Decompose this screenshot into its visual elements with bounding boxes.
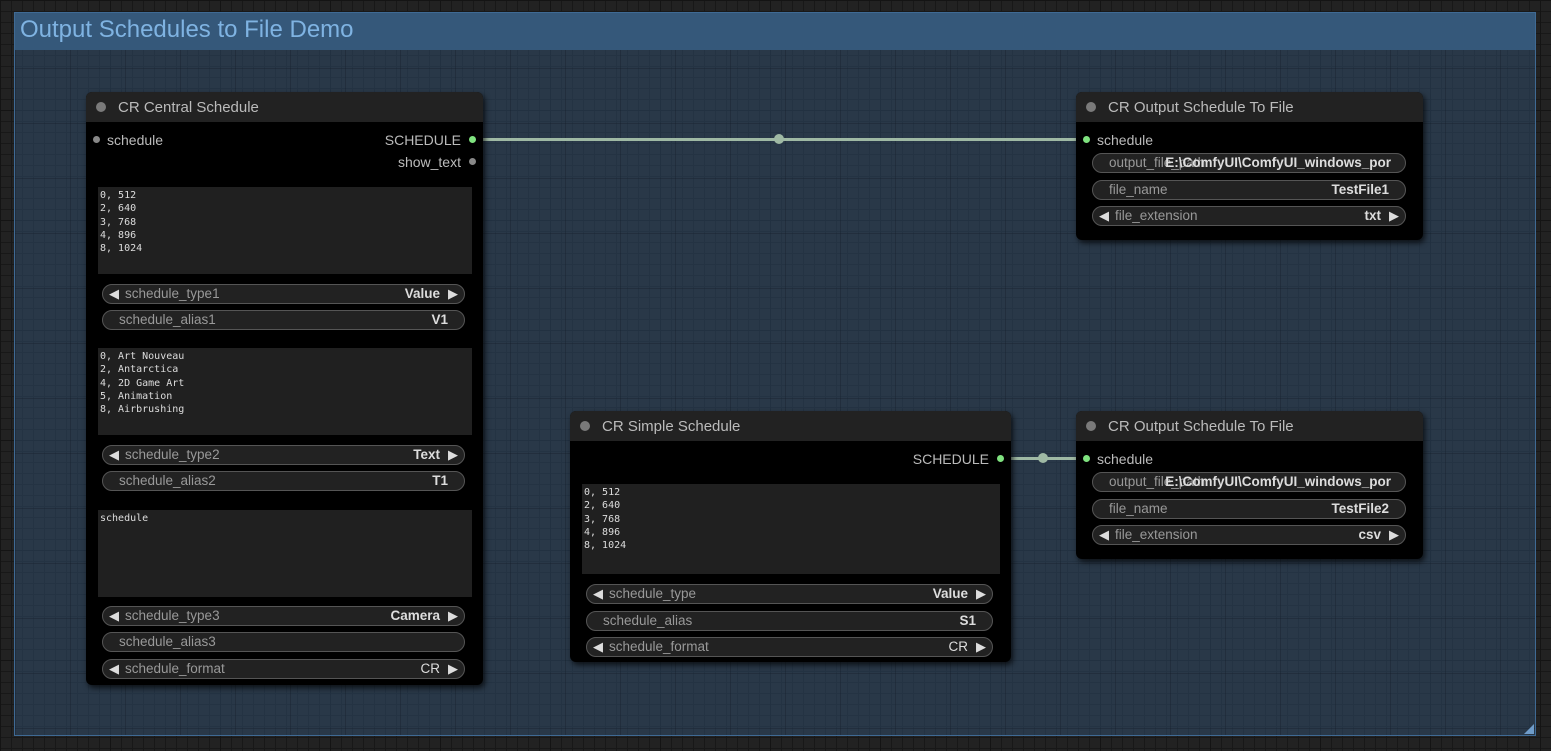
schedule-alias-field[interactable]: schedule_alias S1 xyxy=(586,611,993,631)
node-title-bar[interactable]: CR Simple Schedule xyxy=(570,411,1011,441)
widget-value: T1 xyxy=(432,473,448,488)
output-file-path-field[interactable]: output_file_path E:\ComfyUI\ComfyUI_wind… xyxy=(1092,472,1406,492)
widget-value: Camera xyxy=(390,608,440,623)
widget-value: CR xyxy=(420,661,441,676)
schedule-alias3-field[interactable]: schedule_alias3 xyxy=(102,632,465,652)
arrow-right-icon[interactable]: ▶ xyxy=(976,639,986,655)
collapse-dot-icon[interactable] xyxy=(1086,421,1096,431)
arrow-right-icon[interactable]: ▶ xyxy=(448,608,458,624)
widget-value: E:\ComfyUI\ComfyUI_windows_por xyxy=(1165,155,1391,170)
node-title-bar[interactable]: CR Central Schedule xyxy=(86,92,483,122)
widget-label: schedule_alias2 xyxy=(119,473,216,488)
file-name-field[interactable]: file_name TestFile1 xyxy=(1092,180,1406,200)
input-schedule-label: schedule xyxy=(107,132,164,148)
widget-label: schedule_alias xyxy=(603,613,693,628)
link-center-dot[interactable] xyxy=(774,134,784,144)
widget-value: csv xyxy=(1358,527,1381,542)
widget-value: TestFile1 xyxy=(1331,182,1389,197)
arrow-left-icon[interactable]: ◀ xyxy=(1099,208,1109,224)
arrow-left-icon[interactable]: ◀ xyxy=(109,286,119,302)
group-title: Output Schedules to File Demo xyxy=(20,16,354,43)
widget-label: schedule_alias3 xyxy=(119,634,216,649)
schedule-alias1-field[interactable]: schedule_alias1 V1 xyxy=(102,310,465,330)
widget-value: S1 xyxy=(959,613,976,628)
arrow-right-icon[interactable]: ▶ xyxy=(1389,527,1399,543)
schedule-format-combo[interactable]: ◀ schedule_format CR ▶ xyxy=(102,659,465,679)
widget-label: schedule_alias1 xyxy=(119,312,216,327)
arrow-right-icon[interactable]: ▶ xyxy=(1389,208,1399,224)
node-title: CR Output Schedule To File xyxy=(1108,418,1294,435)
node-cr-simple-schedule[interactable]: CR Simple Schedule SCHEDULE 0, 512 2, 64… xyxy=(570,411,1011,662)
collapse-dot-icon[interactable] xyxy=(580,421,590,431)
widget-label: schedule_type2 xyxy=(125,447,220,462)
schedule-type-combo[interactable]: ◀ schedule_type Value ▶ xyxy=(586,584,993,604)
widget-label: file_extension xyxy=(1115,527,1198,542)
arrow-left-icon[interactable]: ◀ xyxy=(109,447,119,463)
arrow-left-icon[interactable]: ◀ xyxy=(1099,527,1109,543)
node-title: CR Output Schedule To File xyxy=(1108,99,1294,116)
node-title-bar[interactable]: CR Output Schedule To File xyxy=(1076,92,1423,122)
node-cr-output-schedule-1[interactable]: CR Output Schedule To File schedule outp… xyxy=(1076,92,1423,240)
widget-value: TestFile2 xyxy=(1331,501,1389,516)
output-schedule-label: SCHEDULE xyxy=(384,132,461,148)
output-slot-dot-icon[interactable] xyxy=(997,455,1004,462)
collapse-dot-icon[interactable] xyxy=(1086,102,1096,112)
output-slot-dot-icon[interactable] xyxy=(469,136,476,143)
schedule-type1-combo[interactable]: ◀ schedule_type1 Value ▶ xyxy=(102,284,465,304)
file-extension-combo[interactable]: ◀ file_extension csv ▶ xyxy=(1092,525,1406,545)
node-title-bar[interactable]: CR Output Schedule To File xyxy=(1076,411,1423,441)
schedule-textarea[interactable]: 0, 512 2, 640 3, 768 4, 896 8, 1024 xyxy=(582,484,1000,574)
group-header[interactable]: Output Schedules to File Demo xyxy=(15,13,1535,50)
arrow-left-icon[interactable]: ◀ xyxy=(593,586,603,602)
widget-label: file_name xyxy=(1109,182,1168,197)
collapse-dot-icon[interactable] xyxy=(96,102,106,112)
input-slot-dot-icon[interactable] xyxy=(93,136,100,143)
schedule-type3-combo[interactable]: ◀ schedule_type3 Camera ▶ xyxy=(102,606,465,626)
arrow-left-icon[interactable]: ◀ xyxy=(109,661,119,677)
widget-label: file_extension xyxy=(1115,208,1198,223)
schedule-textarea-3[interactable]: schedule xyxy=(98,510,472,597)
schedule-alias2-field[interactable]: schedule_alias2 T1 xyxy=(102,471,465,491)
widget-value: E:\ComfyUI\ComfyUI_windows_por xyxy=(1165,474,1391,489)
arrow-right-icon[interactable]: ▶ xyxy=(976,586,986,602)
input-slot-dot-icon[interactable] xyxy=(1083,455,1090,462)
node-cr-output-schedule-2[interactable]: CR Output Schedule To File schedule outp… xyxy=(1076,411,1423,559)
node-title: CR Central Schedule xyxy=(118,99,259,116)
widget-label: schedule_format xyxy=(609,639,709,654)
arrow-right-icon[interactable]: ▶ xyxy=(448,447,458,463)
widget-value: Text xyxy=(413,447,440,462)
widget-value: Value xyxy=(932,586,968,601)
widget-value: V1 xyxy=(431,312,448,327)
schedule-textarea-1[interactable]: 0, 512 2, 640 3, 768 4, 896 8, 1024 xyxy=(98,187,472,274)
input-slot-dot-icon[interactable] xyxy=(1083,136,1090,143)
file-name-field[interactable]: file_name TestFile2 xyxy=(1092,499,1406,519)
arrow-left-icon[interactable]: ◀ xyxy=(109,608,119,624)
output-schedule-label: SCHEDULE xyxy=(912,451,989,467)
widget-label: schedule_type1 xyxy=(125,286,220,301)
arrow-right-icon[interactable]: ▶ xyxy=(448,661,458,677)
arrow-left-icon[interactable]: ◀ xyxy=(593,639,603,655)
output-file-path-field[interactable]: output_file_path E:\ComfyUI\ComfyUI_wind… xyxy=(1092,153,1406,173)
input-schedule-label: schedule xyxy=(1097,451,1154,467)
group-resize-handle[interactable] xyxy=(1524,724,1534,734)
output-slot-dot-icon[interactable] xyxy=(469,158,476,165)
widget-value: txt xyxy=(1364,208,1382,223)
link-center-dot[interactable] xyxy=(1038,453,1048,463)
node-cr-central-schedule[interactable]: CR Central Schedule schedule SCHEDULE sh… xyxy=(86,92,483,685)
file-extension-combo[interactable]: ◀ file_extension txt ▶ xyxy=(1092,206,1406,226)
schedule-format-combo[interactable]: ◀ schedule_format CR ▶ xyxy=(586,637,993,657)
arrow-right-icon[interactable]: ▶ xyxy=(448,286,458,302)
widget-value: CR xyxy=(948,639,969,654)
widget-label: schedule_type3 xyxy=(125,608,220,623)
input-schedule-label: schedule xyxy=(1097,132,1154,148)
output-show-text-label: show_text xyxy=(397,154,461,170)
widget-label: schedule_format xyxy=(125,661,225,676)
widget-label: file_name xyxy=(1109,501,1168,516)
widget-label: schedule_type xyxy=(609,586,697,601)
schedule-textarea-2[interactable]: 0, Art Nouveau 2, Antarctica 4, 2D Game … xyxy=(98,348,472,435)
schedule-type2-combo[interactable]: ◀ schedule_type2 Text ▶ xyxy=(102,445,465,465)
node-title: CR Simple Schedule xyxy=(602,418,741,435)
widget-value: Value xyxy=(404,286,440,301)
